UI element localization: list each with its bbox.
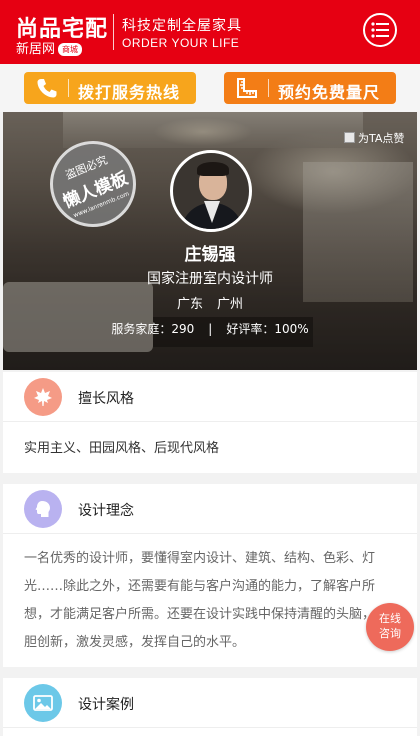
like-label: 为TA点赞: [358, 132, 405, 145]
ruler-icon: [237, 78, 257, 98]
stats-separator: |: [208, 322, 213, 336]
like-checkbox[interactable]: [344, 132, 355, 143]
cases-icon-badge: [24, 684, 62, 722]
list-menu-icon: [371, 22, 389, 38]
rating-value: 100%: [274, 322, 309, 336]
consult-line1: 在线: [379, 612, 401, 625]
mall-badge: 商城: [58, 43, 83, 56]
region-province: 广东: [176, 297, 203, 312]
section-style: 擅长风格 实用主义、田园风格、后现代风格: [3, 372, 417, 473]
service-label: 服务家庭：: [111, 322, 172, 336]
section-concept-title: 设计理念: [78, 503, 134, 519]
maple-leaf-icon: [34, 388, 52, 406]
designer-avatar: [170, 150, 252, 232]
picture-icon: [33, 695, 53, 711]
designer-title: 国家注册室内设计师: [147, 271, 273, 287]
section-cases-header: 设计案例: [3, 678, 417, 728]
region-city: 广州: [217, 297, 244, 312]
avatar-hair: [197, 162, 229, 176]
rating-label: 好评率：: [226, 322, 275, 336]
menu-button[interactable]: [363, 13, 397, 47]
head-profile-icon: [35, 501, 50, 517]
concept-icon-badge: [24, 490, 62, 528]
measure-label: 预约免费量尺: [278, 83, 381, 102]
slogan-english: ORDER YOUR LIFE: [122, 36, 240, 50]
section-concept-header: 设计理念: [3, 484, 417, 534]
consult-line2: 咨询: [379, 627, 401, 640]
call-hotline-button[interactable]: 拨打服务热线: [24, 72, 196, 104]
section-style-title: 擅长风格: [78, 391, 134, 407]
section-concept-content: 一名优秀的设计师，要懂得室内设计、建筑、结构、色彩、灯光……除此之外，还需要有能…: [24, 551, 389, 650]
logo-divider: [113, 14, 114, 50]
style-icon-badge: [24, 378, 62, 416]
like-toggle[interactable]: 为TA点赞: [344, 130, 404, 146]
online-consult-button[interactable]: 在线 咨询: [366, 603, 414, 651]
call-label: 拨打服务热线: [78, 83, 181, 102]
measure-divider: [268, 79, 269, 97]
phone-icon: [37, 79, 57, 98]
brand-subtitle: 新居网 商城: [16, 38, 83, 57]
designer-stats: 服务家庭：290 | 好评率：100%: [3, 320, 417, 337]
section-cases: 设计案例: [3, 678, 417, 736]
section-style-header: 擅长风格: [3, 372, 417, 422]
service-count: 290: [171, 322, 195, 336]
call-divider: [68, 79, 69, 97]
section-style-content: 实用主义、田园风格、后现代风格: [24, 441, 220, 456]
section-cases-title: 设计案例: [78, 697, 134, 713]
designer-name: 庄锡强: [184, 245, 236, 265]
section-concept: 设计理念 一名优秀的设计师，要懂得室内设计、建筑、结构、色彩、灯光……除此之外，…: [3, 484, 417, 667]
slogan-chinese: 科技定制全屋家具: [122, 18, 242, 34]
brand-subtitle-text: 新居网: [16, 42, 56, 57]
top-header: 尚品宅配 新居网 商城 科技定制全屋家具 ORDER YOUR LIFE: [0, 0, 420, 64]
designer-hero: 盗图必究 懒人模板 www.lanrenmb.com 为TA点赞 庄锡强 国家注…: [3, 112, 417, 370]
action-bar: 拨打服务热线 预约免费量尺: [0, 64, 420, 112]
book-measure-button[interactable]: 预约免费量尺: [224, 72, 396, 104]
designer-region: 广东 广州: [3, 293, 417, 312]
